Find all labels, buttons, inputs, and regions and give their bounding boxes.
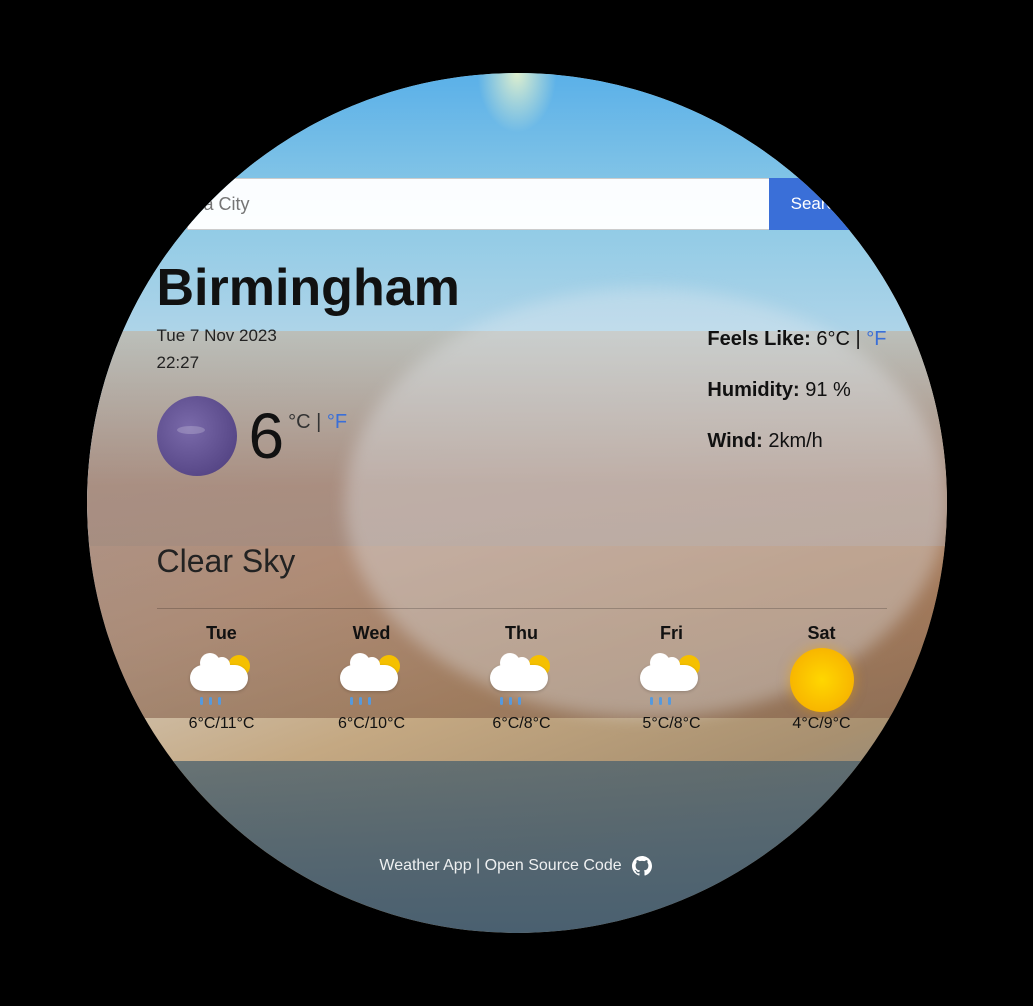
footer: Weather App | Open Source Code — [87, 854, 947, 878]
rain-drop — [668, 697, 671, 705]
unit-separator: | — [316, 411, 327, 433]
forecast-sat-icon — [787, 652, 857, 707]
forecast-wed-temp: 6°C/10°C — [338, 715, 405, 733]
rain-cloud-icon — [640, 655, 704, 705]
search-button[interactable]: Search — [769, 178, 867, 230]
forecast-thu-temp: 6°C/8°C — [492, 715, 550, 733]
forecast-fri: Fri 5°C/8°C — [597, 623, 747, 733]
feels-fahrenheit-link[interactable]: °F — [866, 328, 886, 350]
rain-drops — [500, 697, 521, 705]
rain-drop — [500, 697, 503, 705]
forecast-thu-label: Thu — [505, 623, 538, 644]
github-icon — [630, 854, 654, 878]
weather-stats: Feels Like: 6°C | °F Humidity: 91 % Wind… — [707, 328, 886, 481]
forecast-fri-temp: 5°C/8°C — [642, 715, 700, 733]
feels-like-label: Feels Like: — [707, 328, 810, 350]
rain-drop — [659, 697, 662, 705]
weather-icon-area: 6 °C | °F — [157, 396, 348, 476]
forecast-thu: Thu 6°C/8°C — [447, 623, 597, 733]
sun-glow — [477, 73, 557, 133]
search-input[interactable] — [187, 178, 769, 230]
temp-units: °C | °F — [288, 411, 347, 434]
rain-drop — [200, 697, 203, 705]
rain-drops — [650, 697, 671, 705]
forecast-fri-label: Fri — [660, 623, 683, 644]
temp-value: 6 — [249, 399, 285, 473]
rain-drops — [200, 697, 221, 705]
rain-cloud-icon — [340, 655, 404, 705]
time: 22:27 — [157, 353, 200, 372]
bottom-bg — [87, 761, 947, 933]
wind-label: Wind: — [707, 430, 762, 452]
rain-drop — [518, 697, 521, 705]
forecast-tue-temp: 6°C/11°C — [189, 715, 255, 733]
forecast-wed-label: Wed — [353, 623, 391, 644]
rain-cloud-icon — [490, 655, 554, 705]
app-container: Search Birmingham Tue 7 Nov 2023 22:27 6… — [87, 73, 947, 933]
rain-drop — [209, 697, 212, 705]
forecast-sat-label: Sat — [807, 623, 835, 644]
city-name: Birmingham — [157, 258, 887, 318]
forecast-tue: Tue 6°C/11°C — [147, 623, 297, 733]
cloud-body — [490, 665, 548, 691]
rain-drop — [359, 697, 362, 705]
forecast: Tue 6°C/11°C Wed — [147, 623, 897, 733]
temperature-display: 6 °C | °F — [249, 399, 348, 473]
date: Tue 7 Nov 2023 — [157, 326, 277, 345]
rain-drop — [368, 697, 371, 705]
forecast-sat-temp: 4°C/9°C — [792, 715, 850, 733]
feels-sep: | — [856, 328, 867, 350]
humidity-label: Humidity: — [707, 379, 799, 401]
celsius-unit: °C — [288, 411, 310, 433]
cloud-body — [340, 665, 398, 691]
rain-drop — [650, 697, 653, 705]
cloud-body — [190, 665, 248, 691]
forecast-thu-icon — [487, 652, 557, 707]
forecast-sat: Sat 4°C/9°C — [747, 623, 897, 733]
wind-value: 2km/h — [768, 430, 822, 452]
forecast-wed: Wed 6°C/10°C — [297, 623, 447, 733]
fahrenheit-link[interactable]: °F — [327, 411, 347, 433]
forecast-tue-label: Tue — [206, 623, 237, 644]
wind-row: Wind: 2km/h — [707, 430, 886, 453]
condition-text: Clear Sky — [157, 543, 296, 580]
feels-like-value: 6°C — [816, 328, 850, 350]
forecast-tue-icon — [187, 652, 257, 707]
rain-drop — [350, 697, 353, 705]
moon-icon — [157, 396, 237, 476]
divider — [157, 608, 887, 609]
cloud-body — [640, 665, 698, 691]
sun-icon — [790, 648, 854, 712]
humidity-row: Humidity: 91 % — [707, 379, 886, 402]
forecast-wed-icon — [337, 652, 407, 707]
rain-drops — [350, 697, 371, 705]
rain-cloud-icon — [190, 655, 254, 705]
rain-drop — [218, 697, 221, 705]
forecast-fri-icon — [637, 652, 707, 707]
humidity-value: 91 % — [805, 379, 851, 401]
feels-like-row: Feels Like: 6°C | °F — [707, 328, 886, 351]
footer-label: Weather App | Open Source Code — [379, 857, 621, 875]
search-bar: Search — [187, 178, 867, 230]
rain-drop — [509, 697, 512, 705]
